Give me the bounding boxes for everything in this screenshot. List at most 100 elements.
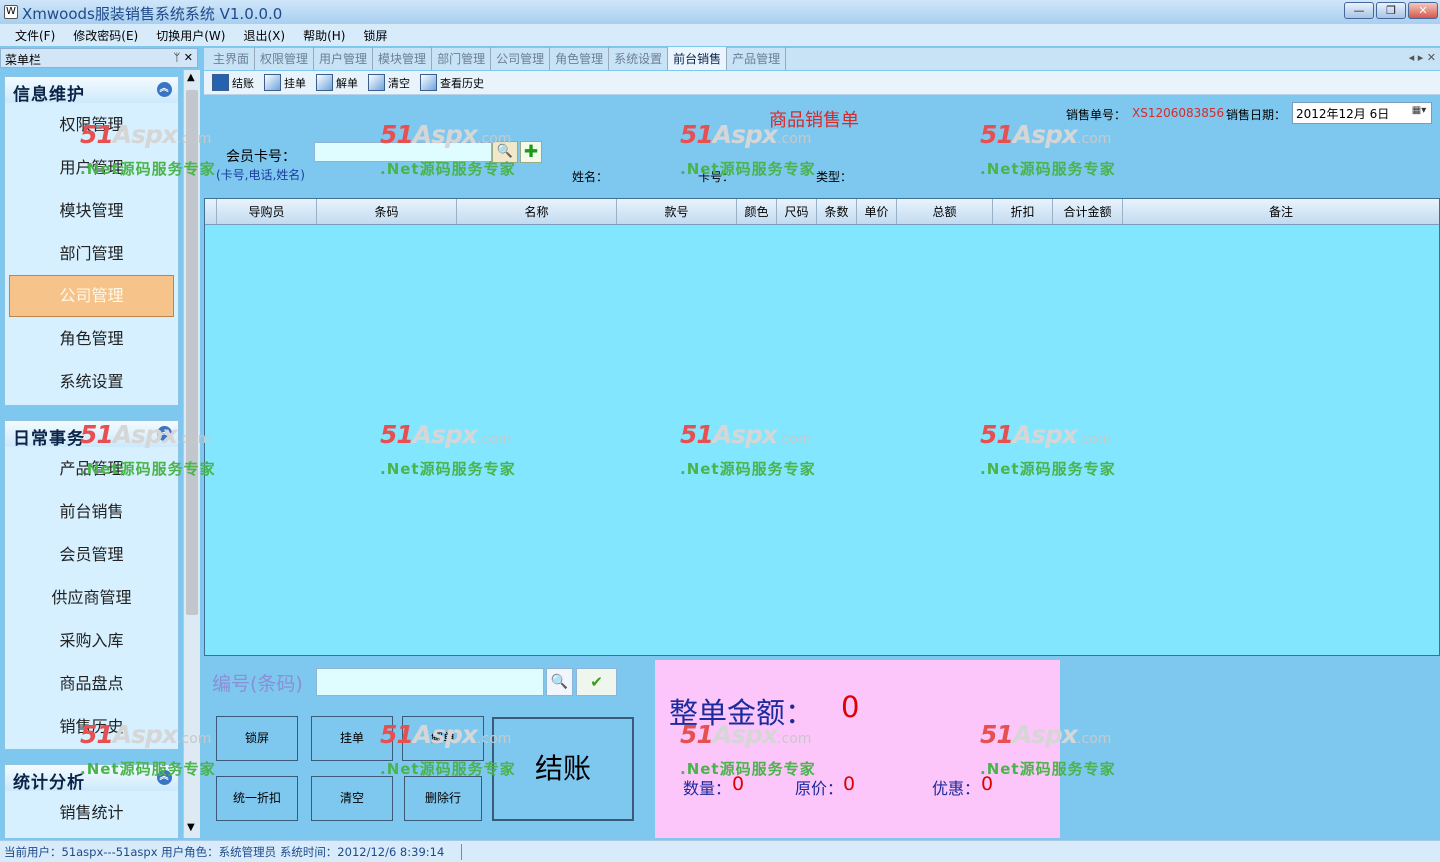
column-header[interactable]: 折扣 [993, 199, 1053, 224]
collapse-icon[interactable]: ︽ [157, 82, 172, 97]
sidebar-item-department[interactable]: 部门管理 [5, 232, 178, 275]
pin-icon[interactable]: ᛘ [174, 51, 181, 64]
tab-user[interactable]: 用户管理 [314, 47, 374, 70]
toolbar-checkout-button[interactable]: 结账 [212, 74, 254, 91]
scroll-up-icon[interactable]: ▲ [187, 72, 195, 83]
sidebar-group-title[interactable]: 信息维护 ︽ [5, 77, 178, 105]
sidebar-item-role[interactable]: 角色管理 [5, 317, 178, 360]
calendar-icon[interactable]: ▦▾ [1409, 105, 1429, 121]
sidebar: 信息维护 ︽ 权限管理 用户管理 模块管理 部门管理 公司管理 角色管理 系统设… [0, 70, 182, 838]
barcode-search-button[interactable]: 🔍 [546, 668, 573, 696]
history-icon [420, 74, 437, 91]
tab-prev-icon[interactable]: ◂ [1409, 51, 1415, 64]
sidebar-item-member[interactable]: 会员管理 [5, 533, 178, 576]
close-window-button[interactable]: ✕ [1408, 2, 1438, 19]
menu-lock-screen[interactable]: 锁屏 [354, 27, 396, 44]
delete-row-button[interactable]: 删除行 [404, 776, 482, 821]
tab-department[interactable]: 部门管理 [432, 47, 492, 70]
sidebar-item-front-sales[interactable]: 前台销售 [5, 490, 178, 533]
tab-module[interactable]: 模块管理 [373, 47, 433, 70]
collapse-icon[interactable]: ︽ [157, 426, 172, 441]
sidebar-item-product[interactable]: 产品管理 [5, 447, 178, 490]
sidebar-item-settings[interactable]: 系统设置 [5, 360, 178, 403]
member-card-hint: (卡号,电话,姓名) [216, 168, 305, 182]
menu-file[interactable]: 文件(F) [6, 27, 64, 44]
member-add-button[interactable]: ✚ [520, 141, 542, 163]
member-type-label: 类型： [816, 170, 853, 184]
column-header[interactable]: 单价 [857, 199, 897, 224]
tab-company[interactable]: 公司管理 [491, 47, 551, 70]
member-search-button[interactable]: 🔍 [492, 141, 518, 163]
column-header[interactable]: 颜色 [737, 199, 777, 224]
form-title: 商品销售单 [769, 110, 859, 131]
column-header[interactable]: 条数 [817, 199, 857, 224]
tab-settings[interactable]: 系统设置 [609, 47, 669, 70]
sales-no-label: 销售单号： [1066, 108, 1127, 122]
column-header[interactable]: 名称 [457, 199, 617, 224]
column-header[interactable]: 尺码 [777, 199, 817, 224]
column-header[interactable]: 款号 [617, 199, 737, 224]
sidebar-item-inventory[interactable]: 商品盘点 [5, 662, 178, 705]
barcode-label: 编号(条码) [212, 673, 303, 695]
restore-button[interactable]: ❐ [1376, 2, 1406, 19]
search-icon: 🔍 [550, 674, 569, 690]
tab-home[interactable]: 主界面 [208, 47, 256, 70]
release-order-button[interactable]: 解单 [402, 716, 484, 761]
hold-order-button[interactable]: 挂单 [311, 716, 393, 761]
menu-change-password[interactable]: 修改密码(E) [64, 27, 147, 44]
column-header[interactable]: 条码 [317, 199, 457, 224]
checkout-button[interactable]: 结账 [492, 717, 634, 821]
sidebar-item-purchase[interactable]: 采购入库 [5, 619, 178, 662]
collapse-icon[interactable]: ︽ [157, 770, 172, 785]
sales-no-value: XS1206083856 [1132, 106, 1225, 120]
tab-close-icon[interactable]: ✕ [1427, 51, 1436, 64]
discount-all-button[interactable]: 统一折扣 [216, 776, 298, 821]
toolbar-history-button[interactable]: 查看历史 [420, 74, 484, 91]
check-icon: ✔ [590, 673, 603, 691]
scroll-down-icon[interactable]: ▼ [187, 822, 195, 833]
barcode-input[interactable] [316, 668, 544, 696]
menu-help[interactable]: 帮助(H) [294, 27, 354, 44]
sidebar-item-module[interactable]: 模块管理 [5, 189, 178, 232]
sales-grid[interactable]: 导购员 条码 名称 款号 颜色 尺码 条数 单价 总额 折扣 合计金额 备注 [204, 198, 1440, 656]
tab-role[interactable]: 角色管理 [550, 47, 610, 70]
status-bar: 当前用户：51aspx---51aspx 用户角色：系统管理员 系统时间：201… [0, 840, 1440, 862]
toolbar-clear-button[interactable]: 清空 [368, 74, 410, 91]
column-header[interactable]: 备注 [1123, 199, 1439, 224]
menu-exit[interactable]: 退出(X) [234, 27, 294, 44]
row-header-cell [205, 199, 217, 224]
scrollbar-thumb[interactable] [186, 90, 198, 615]
toolbar-hold-button[interactable]: 挂单 [264, 74, 306, 91]
tab-product[interactable]: 产品管理 [727, 47, 787, 70]
tab-next-icon[interactable]: ▸ [1418, 51, 1424, 64]
tab-front-sales[interactable]: 前台销售 [668, 47, 728, 70]
toolbar-release-button[interactable]: 解单 [316, 74, 358, 91]
column-header[interactable]: 总额 [897, 199, 993, 224]
member-card-input[interactable] [314, 142, 492, 162]
menu-switch-user[interactable]: 切换用户(W) [147, 27, 234, 44]
sidebar-item-user[interactable]: 用户管理 [5, 146, 178, 189]
minimize-button[interactable]: — [1344, 2, 1374, 19]
barcode-confirm-button[interactable]: ✔ [576, 668, 617, 696]
sidebar-item-permission[interactable]: 权限管理 [5, 103, 178, 146]
clear-button[interactable]: 清空 [311, 776, 393, 821]
sidebar-item-sales-history[interactable]: 销售历史 [5, 705, 178, 748]
column-header[interactable]: 导购员 [217, 199, 317, 224]
sidebar-scrollbar[interactable]: ▲ ▼ [183, 70, 200, 838]
sales-date-picker[interactable]: 2012年12月 6日 ▦▾ [1292, 102, 1432, 124]
close-icon[interactable]: ✕ [184, 51, 193, 64]
lock-screen-button[interactable]: 锁屏 [216, 716, 298, 761]
discount-label: 优惠： [932, 779, 981, 798]
sidebar-group-title[interactable]: 日常事务 ︽ [5, 421, 178, 449]
sidebar-header: 菜单栏 ᛘ ✕ [0, 48, 198, 68]
tab-permission[interactable]: 权限管理 [255, 47, 315, 70]
total-amount-value: 0 [841, 690, 860, 724]
sidebar-item-supplier[interactable]: 供应商管理 [5, 576, 178, 619]
app-logo-icon: W [4, 5, 18, 19]
sales-form-header: 商品销售单 销售单号： XS1206083856 销售日期： 2012年12月 … [204, 96, 1440, 198]
column-header[interactable]: 合计金额 [1053, 199, 1123, 224]
sidebar-group-daily: 日常事务 ︽ 产品管理 前台销售 会员管理 供应商管理 采购入库 商品盘点 销售… [4, 420, 179, 750]
sidebar-item-company[interactable]: 公司管理 [9, 275, 174, 317]
sidebar-group-title[interactable]: 统计分析 ︽ [5, 765, 178, 793]
sidebar-item-sales-stats[interactable]: 销售统计 [5, 791, 178, 834]
